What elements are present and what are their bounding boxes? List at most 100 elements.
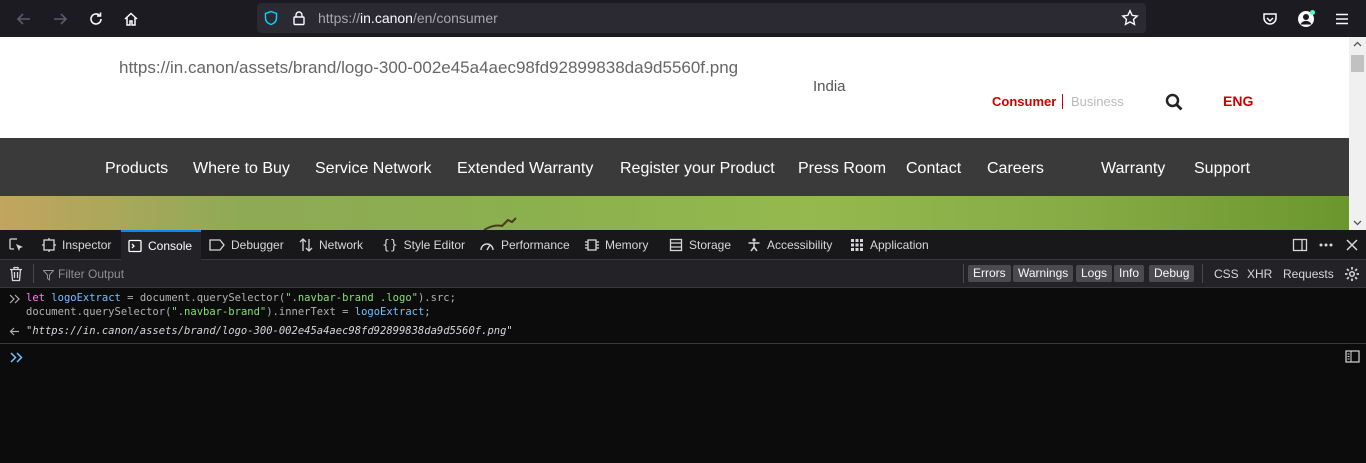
- tab-label: Memory: [605, 238, 649, 252]
- tab-network[interactable]: Network: [299, 230, 363, 260]
- code-variable: logoExtract: [51, 292, 121, 304]
- tab-label: Debugger: [231, 238, 284, 252]
- lock-icon[interactable]: [291, 10, 307, 31]
- site-header: https://in.canon/assets/brand/logo-300-0…: [0, 37, 1349, 138]
- nav-careers[interactable]: Careers: [987, 160, 1044, 178]
- hero-figure: [483, 217, 517, 230]
- filter-debug-button[interactable]: Debug: [1149, 265, 1195, 282]
- pick-element-icon[interactable]: [8, 230, 30, 260]
- code-call: document.querySelector(: [139, 292, 286, 304]
- filter-logs-button[interactable]: Logs: [1076, 265, 1113, 282]
- nav-extended-warranty[interactable]: Extended Warranty: [457, 160, 593, 178]
- filter-css-button[interactable]: CSS: [1214, 267, 1239, 281]
- nav-register-product[interactable]: Register your Product: [620, 160, 775, 178]
- performance-icon: [480, 243, 494, 251]
- region-label: India: [813, 78, 846, 95]
- console-result[interactable]: "https://in.canon/assets/brand/logo-300-…: [26, 325, 513, 337]
- forward-arrow-icon[interactable]: [42, 0, 78, 37]
- nav-contact[interactable]: Contact: [906, 160, 961, 178]
- console-output: let logoExtract = document.querySelector…: [0, 288, 1366, 344]
- separator: [33, 264, 34, 283]
- code-string: ".navbar-brand .logo": [285, 292, 418, 304]
- tab-label: Console: [148, 239, 193, 253]
- console-input[interactable]: [0, 344, 1366, 463]
- result-arrow-icon: [9, 327, 19, 336]
- scrollbar-thumb[interactable]: [1351, 55, 1364, 72]
- business-link[interactable]: Business: [1071, 94, 1124, 109]
- url-bar[interactable]: https://in.canon/en/consumer: [257, 3, 1146, 33]
- code-tail: ;: [424, 306, 431, 318]
- code-operator: =: [120, 292, 140, 304]
- scroll-down-icon[interactable]: [1353, 220, 1362, 226]
- pocket-icon[interactable]: [1252, 0, 1288, 37]
- nav-products[interactable]: Products: [105, 160, 168, 178]
- tab-console[interactable]: Console: [121, 230, 201, 260]
- tab-performance[interactable]: Performance: [479, 230, 570, 260]
- tab-label: Storage: [689, 238, 732, 252]
- filter-output-input[interactable]: Filter Output: [58, 267, 124, 281]
- more-options-icon[interactable]: [1318, 230, 1340, 260]
- navbar-brand[interactable]: https://in.canon/assets/brand/logo-300-0…: [119, 58, 738, 78]
- nav-where-to-buy[interactable]: Where to Buy: [193, 160, 290, 178]
- url-text[interactable]: https://in.canon/en/consumer: [318, 10, 498, 26]
- language-selector[interactable]: ENG: [1223, 93, 1253, 109]
- console-icon: [128, 239, 142, 253]
- nav-service-network[interactable]: Service Network: [315, 160, 431, 178]
- memory-icon: [585, 239, 599, 251]
- application-icon: [851, 239, 863, 251]
- tab-application[interactable]: Application: [850, 230, 929, 260]
- inspector-icon: [42, 238, 56, 252]
- nav-warranty[interactable]: Warranty: [1101, 160, 1165, 178]
- separator: [1202, 264, 1203, 283]
- nav-support[interactable]: Support: [1194, 160, 1250, 178]
- tab-inspector[interactable]: Inspector: [42, 230, 111, 260]
- debugger-icon: [209, 239, 225, 251]
- home-icon[interactable]: [113, 0, 149, 37]
- main-navbar: Products Where to Buy Service Network Ex…: [0, 138, 1349, 196]
- devtools-tabbar: Inspector Console Debugger Network {} St…: [0, 230, 1366, 260]
- search-icon[interactable]: [1164, 92, 1184, 112]
- editor-mode-icon[interactable]: [1345, 350, 1360, 363]
- consumer-link[interactable]: Consumer: [992, 94, 1064, 109]
- devtools-panel: Inspector Console Debugger Network {} St…: [0, 230, 1366, 463]
- account-icon[interactable]: [1288, 0, 1324, 37]
- console-input-line-2: document.querySelector(".navbar-brand").…: [26, 306, 431, 318]
- filter-icon: [42, 268, 55, 286]
- code-string: ".navbar-brand": [171, 306, 267, 318]
- tab-label: Style Editor: [403, 238, 466, 252]
- close-devtools-icon[interactable]: [1345, 230, 1365, 260]
- console-input-line-1: let logoExtract = document.querySelector…: [26, 292, 456, 304]
- tab-label: Application: [870, 238, 929, 252]
- tab-label: Accessibility: [767, 238, 833, 252]
- url-scheme: https://: [318, 10, 361, 26]
- reload-icon[interactable]: [78, 0, 114, 37]
- filter-xhr-button[interactable]: XHR: [1247, 267, 1272, 281]
- dock-layout-icon[interactable]: [1292, 230, 1314, 260]
- tab-accessibility[interactable]: Accessibility: [747, 230, 832, 260]
- bookmark-star-icon[interactable]: [1121, 9, 1139, 32]
- tab-debugger[interactable]: Debugger: [209, 230, 284, 260]
- trash-icon[interactable]: [9, 266, 23, 287]
- shield-icon[interactable]: [263, 10, 279, 31]
- nav-press-room[interactable]: Press Room: [798, 160, 886, 178]
- tab-label: Network: [319, 238, 364, 252]
- filter-errors-button[interactable]: Errors: [968, 265, 1011, 282]
- storage-icon: [669, 238, 683, 252]
- filter-requests-button[interactable]: Requests: [1283, 267, 1334, 281]
- scroll-up-icon[interactable]: [1353, 41, 1362, 47]
- menu-icon[interactable]: [1324, 0, 1360, 37]
- separator: [963, 264, 964, 283]
- tab-style-editor[interactable]: {} Style Editor: [382, 230, 465, 260]
- filter-info-button[interactable]: Info: [1114, 265, 1145, 282]
- prompt-chevron-icon: [10, 352, 23, 363]
- console-filter-bar: Filter Output Errors Warnings Logs Info …: [0, 260, 1366, 288]
- filter-warnings-button[interactable]: Warnings: [1013, 265, 1074, 282]
- url-path: /en/consumer: [412, 10, 498, 26]
- back-arrow-icon[interactable]: [6, 0, 42, 37]
- console-settings-gear-icon[interactable]: [1344, 266, 1360, 287]
- network-icon: [299, 238, 313, 252]
- tab-storage[interactable]: Storage: [669, 230, 731, 260]
- code-keyword: let: [26, 292, 45, 304]
- tab-memory[interactable]: Memory: [585, 230, 648, 260]
- hero-banner: [0, 196, 1349, 230]
